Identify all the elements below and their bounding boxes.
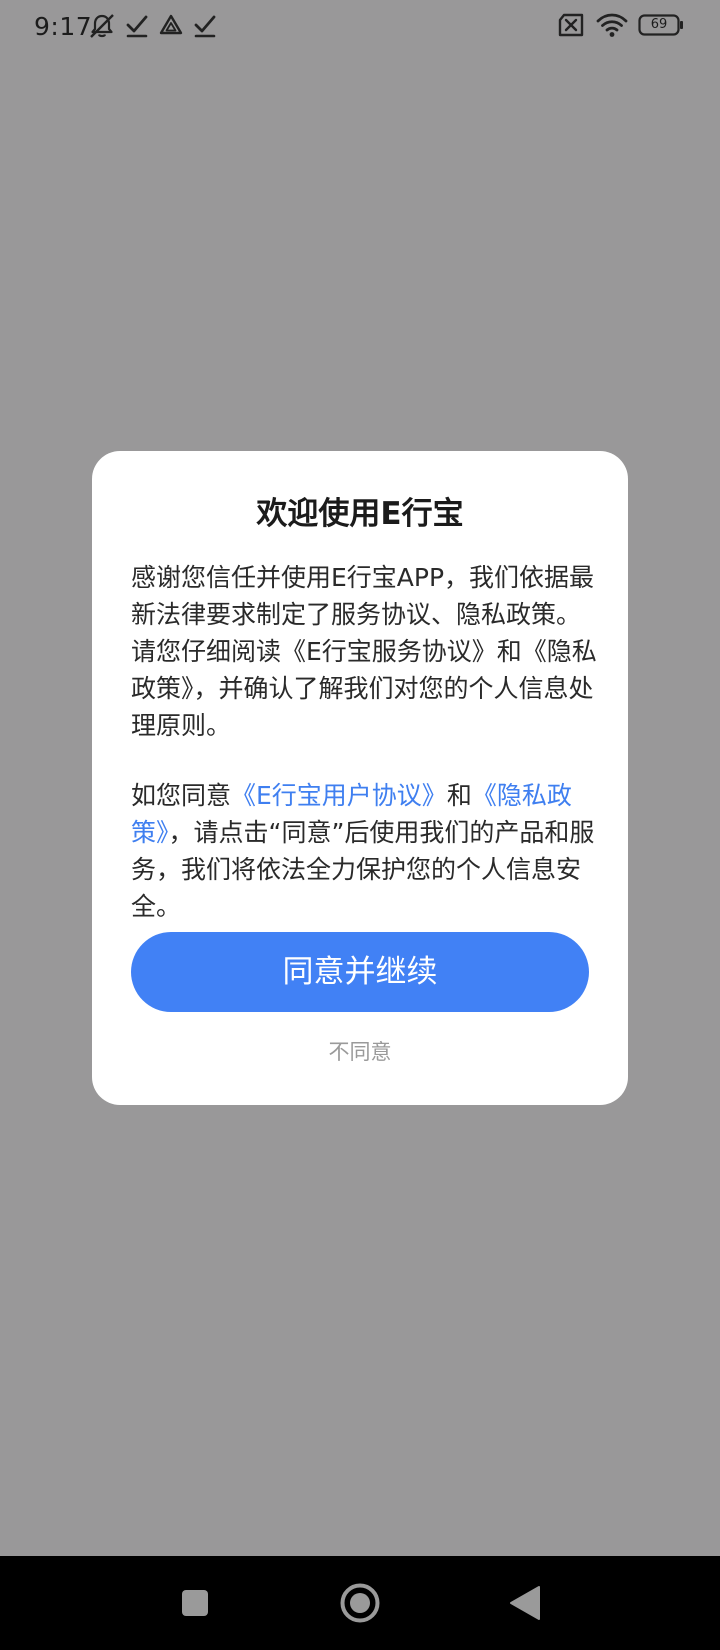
consent-text-middle: 和 bbox=[446, 781, 472, 810]
consent-text-suffix: ，请点击“同意”后使用我们的产品和服务，我们将依法全力保护您的个人信息安全。 bbox=[131, 818, 595, 921]
dialog-body: 感谢您信任并使用E行宝APP，我们依据最新法律要求制定了服务协议、隐私政策。请您… bbox=[131, 559, 601, 925]
battery-level: 69 bbox=[650, 17, 668, 32]
battery-icon: 69 bbox=[638, 14, 684, 36]
status-icons-right: 69 bbox=[556, 12, 684, 38]
status-icons-left bbox=[88, 12, 218, 40]
recents-button[interactable] bbox=[172, 1580, 218, 1626]
back-icon bbox=[510, 1586, 540, 1620]
sim-disabled-icon bbox=[558, 13, 584, 37]
home-icon bbox=[340, 1583, 380, 1623]
back-button[interactable] bbox=[502, 1580, 548, 1626]
consent-text-prefix: 如您同意 bbox=[131, 781, 232, 810]
navigation-bar bbox=[0, 1556, 720, 1650]
status-time: 9:17 bbox=[34, 12, 93, 41]
agree-continue-button[interactable]: 同意并继续 bbox=[131, 932, 589, 1012]
home-button[interactable] bbox=[337, 1580, 383, 1626]
check-icon bbox=[194, 15, 216, 38]
status-bar: 9:17 69 bbox=[0, 0, 720, 56]
privacy-consent-dialog: 欢迎使用E行宝 感谢您信任并使用E行宝APP，我们依据最新法律要求制定了服务协议… bbox=[92, 451, 628, 1105]
dialog-consent-text: 如您同意《E行宝用户协议》和《隐私政策》，请点击“同意”后使用我们的产品和服务，… bbox=[131, 777, 601, 925]
notifications-off-icon bbox=[90, 14, 114, 38]
recents-icon bbox=[182, 1590, 208, 1616]
dialog-intro-text: 感谢您信任并使用E行宝APP，我们依据最新法律要求制定了服务协议、隐私政策。请您… bbox=[131, 563, 597, 740]
check-icon bbox=[126, 15, 148, 38]
drive-icon bbox=[159, 14, 183, 35]
user-agreement-link[interactable]: 《E行宝用户协议》 bbox=[231, 781, 447, 810]
wifi-icon bbox=[596, 13, 628, 37]
dialog-title: 欢迎使用E行宝 bbox=[256, 496, 464, 532]
disagree-button[interactable]: 不同意 bbox=[92, 1036, 628, 1068]
